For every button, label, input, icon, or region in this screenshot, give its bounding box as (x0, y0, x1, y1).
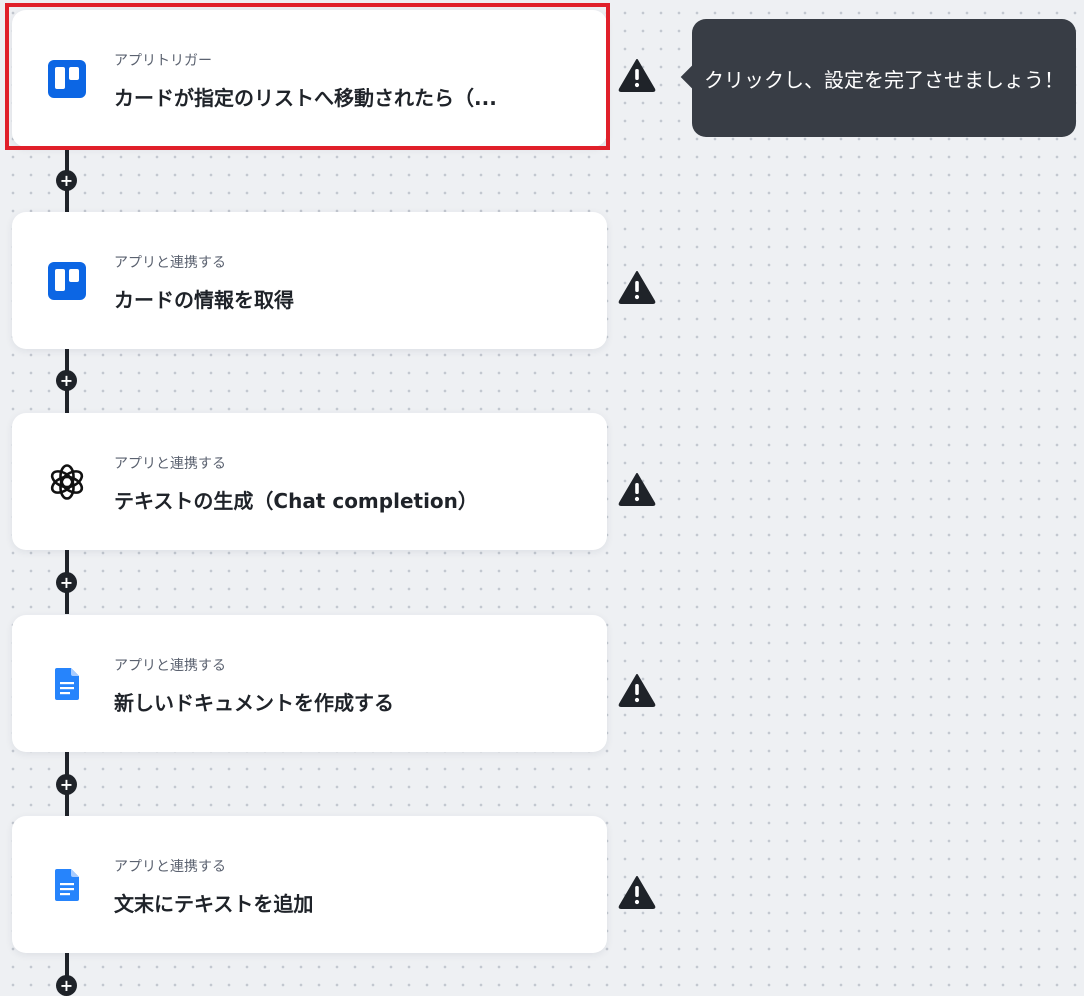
step-kind-label: アプリと連携する (114, 255, 226, 271)
add-step-button[interactable]: + (56, 975, 77, 996)
flow-step-card-trigger[interactable]: アプリトリガー カードが指定のリストへ移動されたら（... (12, 10, 607, 147)
warning-icon[interactable] (618, 58, 656, 92)
trello-icon (48, 262, 86, 300)
step-kind-label: アプリトリガー (114, 53, 212, 69)
step-kind-label: アプリと連携する (114, 658, 226, 674)
trello-icon (48, 60, 86, 98)
warning-icon[interactable] (618, 875, 656, 909)
add-step-button[interactable]: + (56, 774, 77, 795)
google-docs-icon (48, 866, 86, 904)
step-kind-label: アプリと連携する (114, 859, 226, 875)
add-step-button[interactable]: + (56, 170, 77, 191)
flow-step-card[interactable]: アプリと連携する 新しいドキュメントを作成する (12, 615, 607, 752)
setup-tooltip: クリックし、設定を完了させましょう！ (692, 19, 1076, 137)
step-kind-label: アプリと連携する (114, 456, 226, 472)
tooltip-text: クリックし、設定を完了させましょう！ (704, 67, 1064, 92)
flow-step-card[interactable]: アプリと連携する テキストの生成（Chat completion） (12, 413, 607, 550)
warning-icon[interactable] (618, 472, 656, 506)
step-title: カードが指定のリストへ移動されたら（... (114, 86, 497, 110)
warning-icon[interactable] (618, 673, 656, 707)
step-title: 文末にテキストを追加 (114, 892, 314, 916)
step-title: カードの情報を取得 (114, 288, 294, 312)
step-title: 新しいドキュメントを作成する (114, 691, 394, 715)
openai-icon (48, 463, 86, 501)
add-step-button[interactable]: + (56, 572, 77, 593)
flow-step-card[interactable]: アプリと連携する 文末にテキストを追加 (12, 816, 607, 953)
flow-step-card[interactable]: アプリと連携する カードの情報を取得 (12, 212, 607, 349)
google-docs-icon (48, 665, 86, 703)
warning-icon[interactable] (618, 270, 656, 304)
add-step-button[interactable]: + (56, 370, 77, 391)
step-title: テキストの生成（Chat completion） (114, 489, 478, 513)
flow-canvas: + + + + + アプリトリガー カードが指定のリストへ移動されたら（... … (0, 0, 1084, 996)
